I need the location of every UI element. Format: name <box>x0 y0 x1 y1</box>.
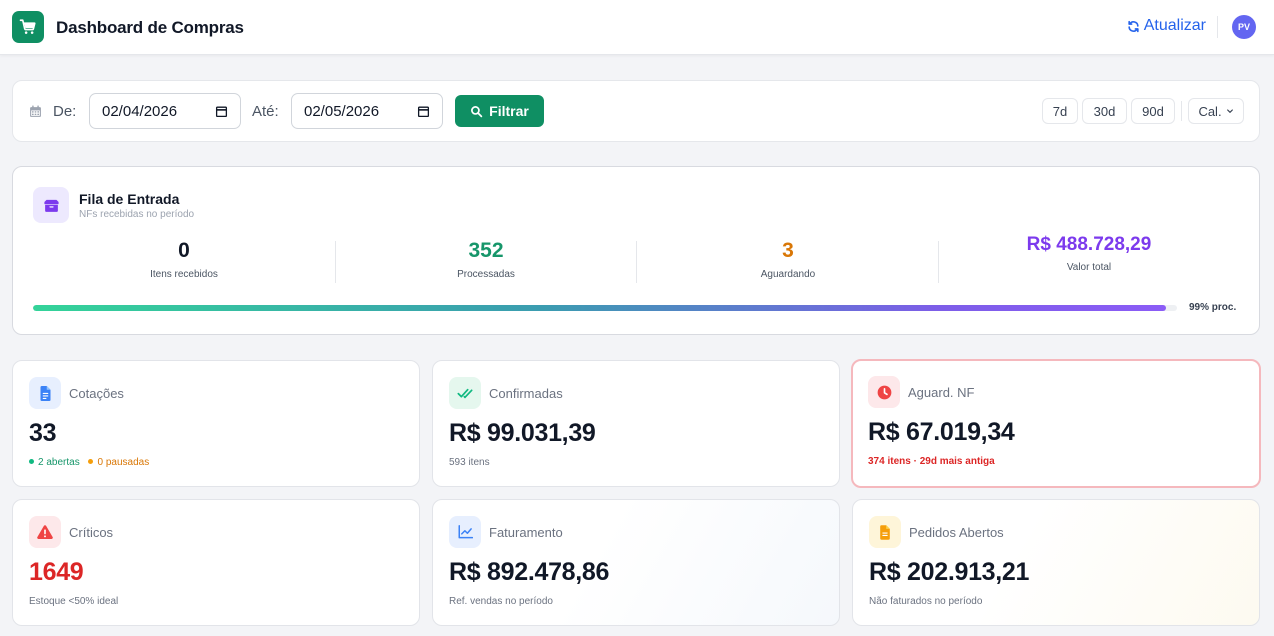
to-date-value: 02/05/2026 <box>304 102 380 120</box>
inbox-box-icon <box>43 199 59 212</box>
card-billing-icon-wrapper <box>449 516 481 548</box>
clock-icon <box>877 385 891 399</box>
stat-received-label: Itens recebidos <box>150 269 218 280</box>
search-icon <box>471 105 483 117</box>
stat-received-value: 0 <box>178 239 190 262</box>
calendar-picker-icon[interactable] <box>215 105 228 118</box>
card-open-orders[interactable]: Pedidos Abertos R$ 202.913,21 Não fatura… <box>852 499 1260 626</box>
card-awaiting-nf-sub: 374 itens · 29d mais antiga <box>868 456 995 467</box>
header-divider <box>1217 16 1218 38</box>
filter-button-label: Filtrar <box>489 103 529 119</box>
queue-title: Fila de Entrada <box>79 191 180 207</box>
file-icon <box>880 524 890 540</box>
card-critical-value: 1649 <box>29 558 84 586</box>
card-confirmed-title: Confirmadas <box>489 386 563 401</box>
from-label: De: <box>53 103 77 120</box>
stat-received: 0 Itens recebidos <box>34 239 334 280</box>
card-quotes[interactable]: Cotações 33 2 abertas 0 pausadas <box>12 360 420 487</box>
filter-button[interactable]: Filtrar <box>455 95 544 127</box>
document-icon <box>40 385 50 401</box>
range-7d-button[interactable]: 7d <box>1042 98 1078 124</box>
card-billing-title: Faturamento <box>489 525 563 540</box>
processing-progress-fill <box>33 305 1166 311</box>
card-confirmed-sub: 593 itens <box>449 457 490 468</box>
quotes-open-status: 2 abertas <box>29 457 80 468</box>
card-quotes-title: Cotações <box>69 386 124 401</box>
stat-waiting: 3 Aguardando <box>638 239 938 280</box>
card-open-orders-value: R$ 202.913,21 <box>869 558 1030 586</box>
card-confirmed[interactable]: Confirmadas R$ 99.031,39 593 itens <box>432 360 840 487</box>
card-awaiting-nf-title: Aguard. NF <box>908 385 975 400</box>
top-bar: Dashboard de Compras Atualizar PV <box>0 0 1274 55</box>
range-30d-button[interactable]: 30d <box>1082 98 1127 124</box>
card-confirmed-icon-wrapper <box>449 377 481 409</box>
stat-waiting-value: 3 <box>782 239 794 262</box>
card-critical-sub: Estoque <50% ideal <box>29 596 119 607</box>
from-date-value: 02/04/2026 <box>102 102 178 120</box>
shopping-cart-icon <box>19 19 36 34</box>
card-quotes-status: 2 abertas 0 pausadas <box>29 457 149 468</box>
card-billing-sub: Ref. vendas no período <box>449 596 553 607</box>
inbound-queue-card: Fila de Entrada NFs recebidas no período… <box>12 166 1260 335</box>
orange-dot-icon <box>88 459 94 464</box>
card-critical-title: Críticos <box>69 525 114 540</box>
range-90d-button[interactable]: 90d <box>1131 98 1175 124</box>
card-awaiting-nf-icon-wrapper <box>868 376 900 408</box>
app-logo[interactable] <box>12 11 44 43</box>
card-awaiting-nf-value: R$ 67.019,34 <box>868 418 1015 446</box>
processing-progress-bar <box>33 305 1177 311</box>
user-avatar[interactable]: PV <box>1232 15 1256 39</box>
stat-processed: 352 Processadas <box>336 239 636 280</box>
app-title: Dashboard de Compras <box>56 18 244 37</box>
chevron-down-icon <box>1226 109 1233 113</box>
card-billing[interactable]: Faturamento R$ 892.478,86 Ref. vendas no… <box>432 499 840 626</box>
date-filter-bar: De: 02/04/2026 Até: 02/05/2026 Filtrar 7… <box>12 80 1260 142</box>
refresh-icon <box>1128 20 1139 32</box>
processing-progress-label: 99% proc. <box>1189 302 1237 313</box>
range-divider <box>1181 101 1182 121</box>
warning-triangle-icon <box>37 525 53 539</box>
calendar-icon <box>30 105 41 117</box>
calendar-dropdown-label: Cal. <box>1198 103 1222 119</box>
card-quotes-icon-wrapper <box>29 377 61 409</box>
refresh-label: Atualizar <box>1143 17 1206 34</box>
quotes-paused-text: 0 pausadas <box>97 457 150 468</box>
card-awaiting-nf[interactable]: Aguard. NF R$ 67.019,34 374 itens · 29d … <box>851 359 1261 488</box>
calendar-picker-icon[interactable] <box>417 105 430 118</box>
stat-processed-label: Processadas <box>457 269 515 280</box>
stat-total-value: R$ 488.728,29 Valor total <box>939 234 1239 273</box>
card-quotes-value: 33 <box>29 419 57 447</box>
card-confirmed-value: R$ 99.031,39 <box>449 419 596 447</box>
line-chart-icon <box>458 525 473 539</box>
stat-divider <box>636 241 637 283</box>
double-check-icon <box>457 388 473 399</box>
from-date-input[interactable]: 02/04/2026 <box>89 93 241 129</box>
card-open-orders-sub: Não faturados no período <box>869 596 983 607</box>
card-critical[interactable]: Críticos 1649 Estoque <50% ideal <box>12 499 420 626</box>
stat-total-amount: R$ 488.728,29 <box>1026 234 1152 255</box>
refresh-button[interactable]: Atualizar <box>1127 17 1206 35</box>
stat-waiting-label: Aguardando <box>760 269 816 280</box>
card-billing-value: R$ 892.478,86 <box>449 558 610 586</box>
queue-icon-wrapper <box>33 187 69 223</box>
quotes-paused-status: 0 pausadas <box>88 457 149 468</box>
stat-processed-value: 352 <box>468 239 504 262</box>
queue-subtitle: NFs recebidas no período <box>79 209 195 220</box>
card-critical-icon-wrapper <box>29 516 61 548</box>
to-date-input[interactable]: 02/05/2026 <box>291 93 443 129</box>
card-open-orders-title: Pedidos Abertos <box>909 525 1004 540</box>
quotes-open-text: 2 abertas <box>38 457 80 468</box>
card-open-orders-icon-wrapper <box>869 516 901 548</box>
to-label: Até: <box>252 103 279 120</box>
calendar-range-dropdown[interactable]: Cal. <box>1188 98 1244 124</box>
stat-total-label: Valor total <box>1066 262 1112 273</box>
green-dot-icon <box>29 459 34 464</box>
